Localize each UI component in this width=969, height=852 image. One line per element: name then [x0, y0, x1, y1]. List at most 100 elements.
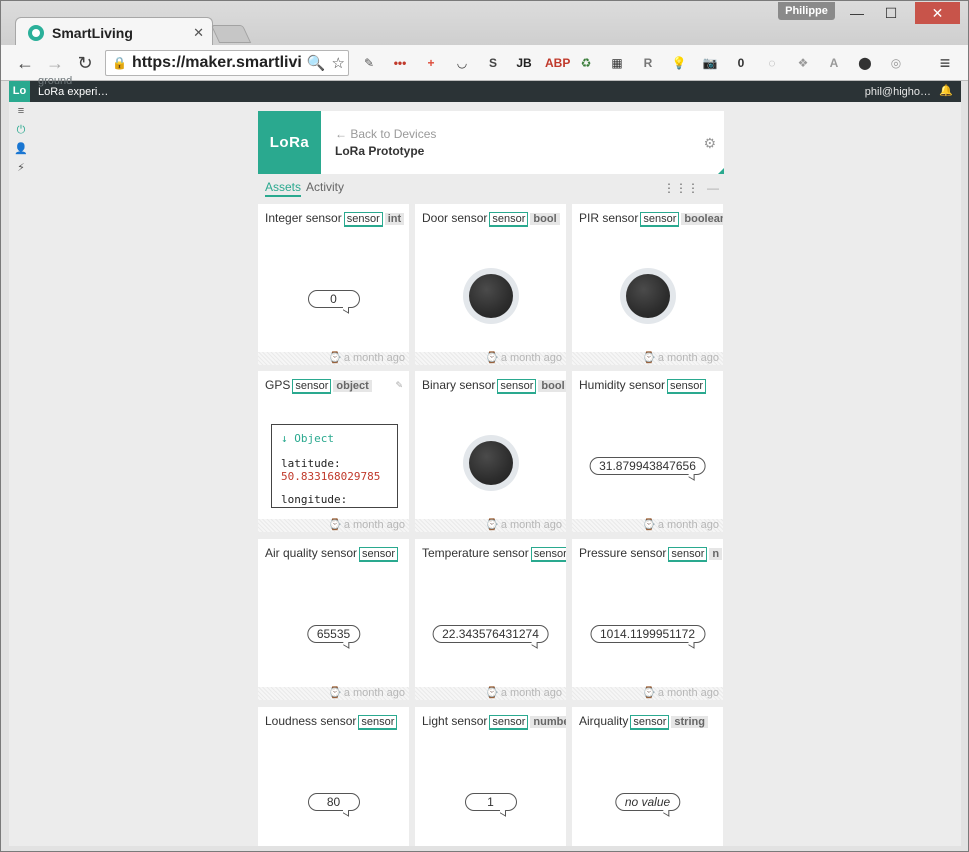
asset-timestamp: ⌚ a month ago: [258, 687, 409, 700]
object-header[interactable]: ↓ Object: [281, 432, 388, 445]
new-tab-button[interactable]: [210, 25, 252, 43]
object-viewer[interactable]: ↓ Object latitude: 50.833168029785 longitud…: [271, 424, 398, 508]
asset-title-row: Integer sensor sensor int: [265, 211, 409, 227]
asset-card[interactable]: Air quality sensor sensor 65535 ⌚ a month ag…: [258, 539, 409, 700]
browser-window: SmartLiving ✕ Philippe — ☐ ✕ ← → ↻ 🔒 htt…: [0, 0, 969, 852]
asset-title-row: Airquality sensor string: [579, 714, 723, 730]
bell-icon[interactable]: 🔔: [939, 84, 953, 97]
minimize-button[interactable]: —: [842, 2, 872, 24]
asset-card[interactable]: Light sensorsensornumber 1: [415, 707, 566, 846]
asset-timestamp: ⌚ a month ago: [572, 687, 723, 700]
asset-value: 1014.1199951172: [590, 625, 705, 643]
lastpass-extension-icon[interactable]: •••: [390, 53, 410, 73]
gear-icon[interactable]: ⚙: [703, 135, 716, 152]
pin-extension-icon[interactable]: ✎: [359, 53, 379, 73]
asset-card[interactable]: Door sensor sensor bool ⌚ a month ago: [415, 204, 566, 365]
google-plus-extension-icon[interactable]: +: [421, 53, 441, 73]
clock-icon: ⌚: [328, 519, 342, 531]
asset-card[interactable]: Binary sensor sensor bool ⌚ a month ago: [415, 371, 566, 532]
menu-icon[interactable]: ≡: [9, 102, 33, 121]
asset-card[interactable]: Integer sensor sensor int 0 ⌚ a month ago: [258, 204, 409, 365]
asset-kind-badge: sensor: [668, 547, 708, 562]
camera-extension-icon[interactable]: 📷: [700, 53, 720, 73]
clock-icon: ⌚: [328, 352, 342, 364]
timestamp-text: a month ago: [500, 687, 562, 699]
grid-view-icon[interactable]: ⋮⋮⋮: [663, 181, 699, 195]
asset-kind-badge: sensor: [489, 715, 529, 730]
timestamp-text: a month ago: [343, 352, 405, 364]
zoom-icon[interactable]: 🔍: [307, 54, 326, 72]
asset-card[interactable]: PIR sensor sensor boolean ⌚ a month ago: [572, 204, 723, 365]
corner-resize-icon[interactable]: [718, 168, 724, 174]
pocket-extension-icon[interactable]: ◡: [452, 53, 472, 73]
asset-card[interactable]: Temperature sensor sensor 22.343576431274 ⌚…: [415, 539, 566, 700]
asset-type-badge: bool: [538, 380, 566, 392]
project-badge[interactable]: Lo: [9, 81, 30, 102]
zero-extension-icon[interactable]: 0: [731, 53, 751, 73]
back-to-devices-link[interactable]: ← Back to Devices: [335, 127, 436, 141]
asset-value: no value: [614, 793, 681, 811]
pin-icon[interactable]: ✎: [395, 380, 403, 391]
list-view-icon[interactable]: —: [707, 181, 719, 195]
tab-activity[interactable]: Activity: [306, 180, 344, 194]
bookmark-star-icon[interactable]: ☆: [332, 54, 345, 72]
profile-badge[interactable]: Philippe: [778, 2, 835, 20]
back-arrow-icon[interactable]: ←: [13, 51, 37, 75]
asset-value: 80: [307, 793, 360, 811]
plug-icon[interactable]: ⏻: [9, 121, 33, 140]
clock-icon: ⌚: [642, 352, 656, 364]
asset-title-row: GPS sensor object: [265, 378, 409, 394]
asset-name: Airquality: [579, 714, 629, 728]
main-content: LoRa ← Back to Devices LoRa Prototype ⚙ …: [33, 102, 961, 846]
asset-card[interactable]: Airquality sensor string no value: [572, 707, 723, 846]
object-key: longitude:: [281, 493, 348, 506]
asset-value: 31.879943847656: [589, 457, 706, 475]
asset-type-badge: object: [333, 380, 372, 392]
recycle-extension-icon[interactable]: ♻: [576, 53, 596, 73]
asset-name: PIR sensor: [579, 211, 639, 225]
clock-icon: ⌚: [485, 352, 499, 364]
bulb-extension-icon[interactable]: 💡: [669, 53, 689, 73]
abp-extension-icon[interactable]: ABP: [545, 53, 570, 73]
bolt-icon[interactable]: ⚡: [9, 159, 33, 178]
url-text[interactable]: https://maker.smartlivi: [132, 54, 304, 72]
asset-card[interactable]: Loudness sensor sensor 80: [258, 707, 409, 846]
close-window-button[interactable]: ✕: [915, 2, 960, 24]
address-bar[interactable]: 🔒 https://maker.smartlivi 🔍 ☆: [105, 50, 349, 76]
user-menu[interactable]: phil@higho…: [865, 86, 931, 98]
tab-close-icon[interactable]: ✕: [193, 25, 204, 41]
expand-arrow-icon[interactable]: ↓: [281, 432, 294, 445]
user-icon[interactable]: 👤: [9, 140, 33, 159]
browser-menu-icon[interactable]: ≡: [935, 53, 955, 73]
timestamp-text: a month ago: [343, 687, 405, 699]
asset-timestamp: ⌚ a month ago: [258, 519, 409, 532]
led-indicator: [463, 435, 519, 491]
dropbox-extension-icon[interactable]: ❖: [793, 53, 813, 73]
timestamp-text: a month ago: [657, 519, 719, 531]
asset-timestamp: ⌚ a month ago: [572, 519, 723, 532]
asset-title-row: PIR sensor sensor boolean: [579, 211, 723, 227]
asset-card[interactable]: Pressure sensor sensor n 1014.1199951172 ⌚ a …: [572, 539, 723, 700]
angular-extension-icon[interactable]: A: [824, 53, 844, 73]
circle-extension-icon[interactable]: ◎: [886, 53, 906, 73]
maximize-button[interactable]: ☐: [876, 2, 906, 24]
jb-extension-icon[interactable]: JB: [514, 53, 534, 73]
forward-arrow-icon[interactable]: →: [43, 51, 67, 75]
reload-icon[interactable]: ↻: [73, 51, 97, 75]
ring-extension-icon[interactable]: ◌: [762, 53, 782, 73]
qr-extension-icon[interactable]: ▦: [607, 53, 627, 73]
project-name[interactable]: LoRa experi…: [38, 86, 108, 98]
asset-card[interactable]: Humidity sensor sensor 31.879943847656 ⌚ a m…: [572, 371, 723, 532]
device-header: LoRa ← Back to Devices LoRa Prototype ⚙: [258, 111, 724, 174]
s-extension-icon[interactable]: S: [483, 53, 503, 73]
browser-tab[interactable]: SmartLiving ✕: [15, 17, 213, 47]
shield-extension-icon[interactable]: ⬤: [855, 53, 875, 73]
asset-name: Air quality sensor: [265, 546, 358, 560]
asset-title-row: Door sensor sensor bool: [422, 211, 566, 227]
asset-tabs: Assets Activity ⋮⋮⋮ —: [258, 180, 724, 198]
r-extension-icon[interactable]: R: [638, 53, 658, 73]
timestamp-text: a month ago: [500, 519, 562, 531]
tab-assets[interactable]: Assets: [265, 180, 302, 197]
asset-card[interactable]: GPS sensor object ↓ Object latitude: 50.83316…: [258, 371, 409, 532]
asset-title-row: Light sensorsensornumber: [422, 714, 566, 730]
